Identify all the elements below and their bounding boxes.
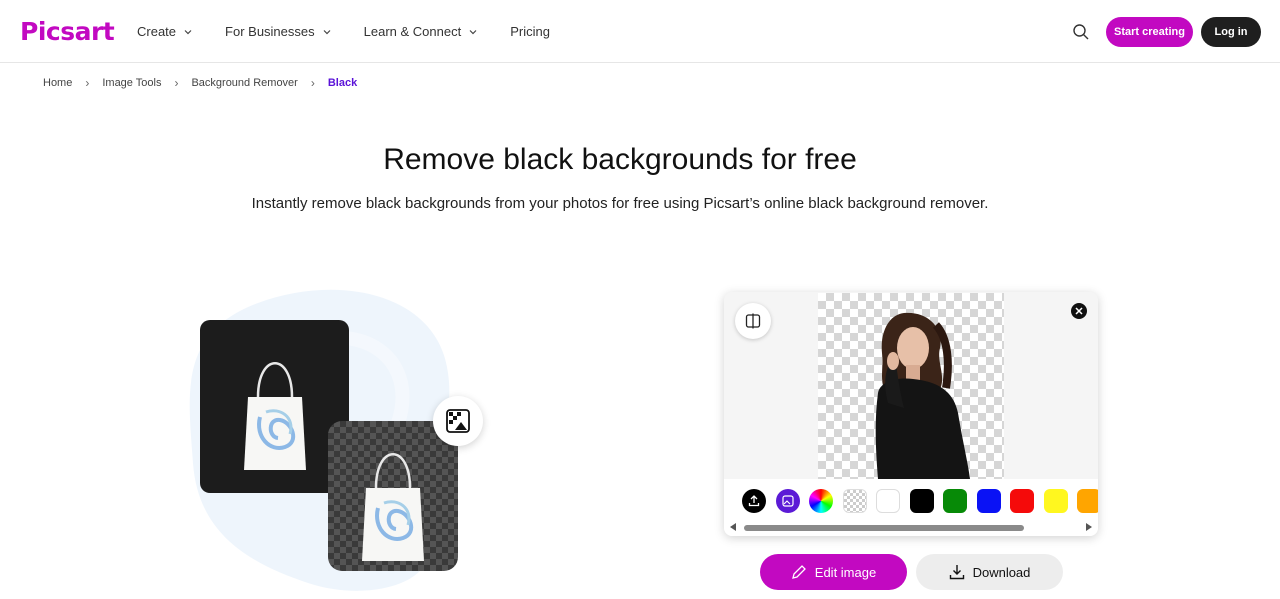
start-creating-button[interactable]: Start creating	[1106, 17, 1193, 47]
chevron-right-icon: ›	[85, 76, 90, 90]
compare-button[interactable]	[735, 303, 771, 339]
result-canvas	[818, 293, 1004, 479]
pencil-icon	[791, 564, 807, 580]
ai-background-icon[interactable]	[775, 489, 800, 513]
nav-learn-connect-label: Learn & Connect	[363, 24, 462, 39]
picsart-logo[interactable]: Picsart	[20, 17, 115, 46]
swatch-green[interactable]	[943, 489, 967, 513]
swatch-scrollbar[interactable]	[730, 523, 1092, 531]
breadcrumb-home[interactable]: Home	[43, 77, 72, 89]
woman-portrait-image	[875, 312, 970, 479]
swatch-transparent[interactable]	[842, 489, 867, 513]
swatch-white[interactable]	[876, 489, 900, 513]
scroll-thumb[interactable]	[744, 525, 1024, 531]
edit-image-label: Edit image	[814, 564, 877, 580]
login-button[interactable]: Log in	[1201, 17, 1261, 47]
compare-icon	[745, 313, 761, 329]
download-icon	[949, 564, 965, 580]
download-label: Download	[972, 564, 1031, 580]
breadcrumb-background-remover[interactable]: Background Remover	[191, 77, 297, 89]
nav-create-label: Create	[137, 24, 177, 39]
nav-for-businesses-label: For Businesses	[225, 24, 315, 39]
search-icon[interactable]	[1071, 22, 1091, 42]
breadcrumb: Home › Image Tools › Background Remover …	[43, 76, 357, 90]
close-icon[interactable]	[1071, 303, 1087, 319]
page-subtitle: Instantly remove black backgrounds from …	[251, 195, 989, 212]
transparent-result-card	[328, 421, 458, 571]
upload-icon[interactable]	[742, 489, 766, 513]
nav-pricing-label: Pricing	[510, 24, 550, 39]
main-nav: Create For Businesses Learn & Connect Pr…	[137, 0, 583, 63]
nav-learn-connect[interactable]: Learn & Connect	[364, 24, 478, 39]
image-editor-panel	[724, 292, 1098, 536]
transparency-icon	[446, 409, 470, 433]
edit-image-button[interactable]: Edit image	[760, 554, 907, 590]
page-title: Remove black backgrounds for free	[383, 143, 857, 176]
chevron-down-icon	[184, 29, 192, 34]
nav-for-businesses[interactable]: For Businesses	[225, 24, 331, 39]
background-remover-icon	[433, 396, 483, 446]
swatch-orange[interactable]	[1077, 489, 1098, 513]
tote-bag-image	[244, 362, 306, 470]
swatch-red[interactable]	[1010, 489, 1034, 513]
swatch-blue[interactable]	[976, 489, 1001, 513]
chevron-right-icon: ›	[310, 76, 315, 90]
before-after-illustration	[188, 283, 488, 599]
swatch-row	[742, 489, 1098, 513]
scroll-right-icon[interactable]	[1086, 523, 1092, 531]
nav-create[interactable]: Create	[137, 24, 192, 39]
tote-bag-image	[362, 453, 424, 561]
site-header: Picsart Create For Businesses Learn & Co…	[0, 0, 1280, 63]
background-toolbar	[724, 479, 1098, 536]
chevron-right-icon: ›	[174, 76, 179, 90]
scroll-left-icon[interactable]	[730, 523, 736, 531]
breadcrumb-image-tools[interactable]: Image Tools	[102, 77, 161, 89]
swatch-yellow[interactable]	[1043, 489, 1068, 513]
original-image-card	[200, 320, 349, 493]
download-button[interactable]: Download	[916, 554, 1063, 590]
breadcrumb-black: Black	[327, 77, 358, 89]
chevron-down-icon	[469, 29, 477, 34]
color-wheel-icon[interactable]	[809, 489, 833, 513]
close-x-icon	[1075, 307, 1083, 315]
chevron-down-icon	[323, 29, 331, 34]
swatch-black[interactable]	[909, 489, 934, 513]
nav-pricing[interactable]: Pricing	[510, 24, 550, 39]
